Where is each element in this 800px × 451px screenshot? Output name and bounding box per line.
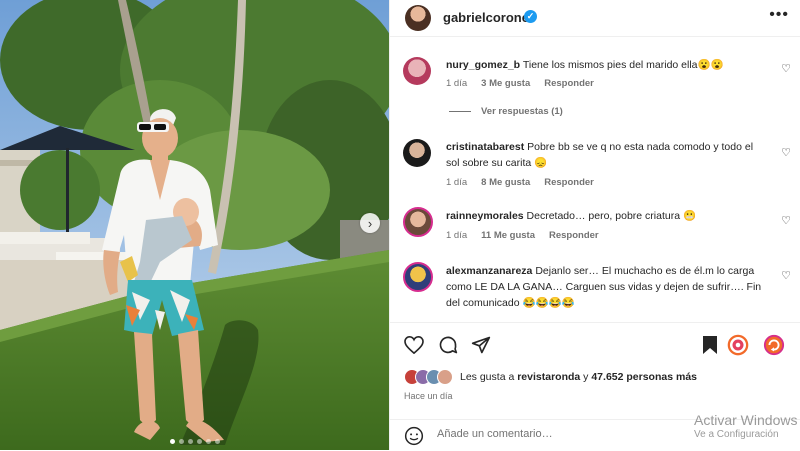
carousel-dot[interactable] [196,439,202,444]
comment-likes[interactable]: 8 Me gusta [481,177,530,188]
post-header: gabrielcoronel ✓ ••• [390,0,800,37]
verified-badge-icon: ✓ [524,10,537,23]
share-icon[interactable] [469,333,493,357]
post-photo[interactable]: › [0,0,389,450]
comment-likes[interactable]: 3 Me gusta [481,78,530,89]
comment-body: Tiene los mismos pies del marido ella😮😮 [522,59,724,71]
carousel-dot[interactable] [187,439,193,444]
carousel-dot[interactable] [178,439,184,444]
likes-prefix: Les gusta a [460,371,515,383]
heart-icon[interactable] [402,333,426,357]
carousel-dots [0,439,389,444]
comment-meta: 1 día 8 Me gusta Responder [446,177,594,188]
post-actions-bar [390,322,800,367]
view-replies-label: Ver respuestas (1) [481,106,563,117]
post-time[interactable]: Hace un día [404,391,453,401]
replies-divider [449,111,471,112]
comment-body: Decretado… pero, pobre criatura 😬 [526,210,697,222]
likes-text: Les gusta a revistaronda y 47.652 person… [460,371,697,383]
commenter-avatar[interactable] [403,262,433,292]
comment-text-block: alexmanzanareza Dejanlo ser… El muchacho… [446,263,768,311]
carousel-next-button[interactable]: › [360,213,380,233]
liker-avatar [437,369,453,385]
comment-like-icon[interactable]: ♡ [781,146,791,159]
comment-time[interactable]: 1 día [446,78,467,89]
likes-user[interactable]: revistaronda [517,371,580,383]
remix-badge-icon[interactable] [726,333,750,357]
likes-summary[interactable]: Les gusta a revistaronda y 47.652 person… [404,369,697,385]
comment-time[interactable]: 1 día [446,177,467,188]
commenter-avatar[interactable] [403,57,431,85]
commenter-avatar[interactable] [403,207,433,237]
comment-meta: 1 día 3 Me gusta Responder [446,78,594,89]
windows-activation-watermark: Activar Windows Ve a Configuración [694,412,797,440]
bookmark-icon[interactable] [698,333,722,357]
author-username[interactable]: gabrielcoronel [443,10,533,25]
view-replies-button[interactable]: Ver respuestas (1) [449,106,563,117]
comment-text-block: nury_gomez_b Tiene los mismos pies del m… [446,57,768,73]
emoji-icon[interactable] [404,426,424,446]
post-side-panel: gabrielcoronel ✓ ••• nury_gomez_b Tiene … [389,0,800,450]
comment-username[interactable]: rainneymorales [446,210,524,222]
watermark-line1: Activar Windows [694,412,798,428]
comments-list[interactable]: nury_gomez_b Tiene los mismos pies del m… [390,37,800,322]
carousel-dot[interactable] [169,439,175,444]
comment-username[interactable]: alexmanzanareza [446,265,532,277]
reload-badge-icon[interactable] [762,333,786,357]
watermark-line2: Ve a Configuración [694,429,779,440]
comment-time[interactable]: 1 día [446,230,467,241]
comment-like-icon[interactable]: ♡ [781,214,791,227]
author-avatar[interactable] [405,5,431,31]
comment-like-icon[interactable]: ♡ [781,62,791,75]
carousel-dot[interactable] [205,439,211,444]
comment-likes[interactable]: 11 Me gusta [481,230,535,241]
commenter-avatar[interactable] [403,139,431,167]
reply-button[interactable]: Responder [549,230,599,241]
comment-username[interactable]: cristinatabarest [446,141,524,153]
reply-button[interactable]: Responder [544,78,594,89]
comment-meta: 1 día 11 Me gusta Responder [446,230,599,241]
comment-like-icon[interactable]: ♡ [781,269,791,282]
comment-icon[interactable] [436,333,460,357]
reply-button[interactable]: Responder [544,177,594,188]
photo-illustration [0,0,389,450]
more-options-icon[interactable]: ••• [769,6,789,24]
carousel-dot[interactable] [214,439,220,444]
comment-text-block: rainneymorales Decretado… pero, pobre cr… [446,208,768,224]
comment-username[interactable]: nury_gomez_b [446,59,520,71]
likes-middle: y [583,371,589,383]
comment-input[interactable] [437,428,687,440]
likes-count[interactable]: 47.652 personas más [591,371,697,383]
comment-text-block: cristinatabarest Pobre bb se ve q no est… [446,139,768,171]
